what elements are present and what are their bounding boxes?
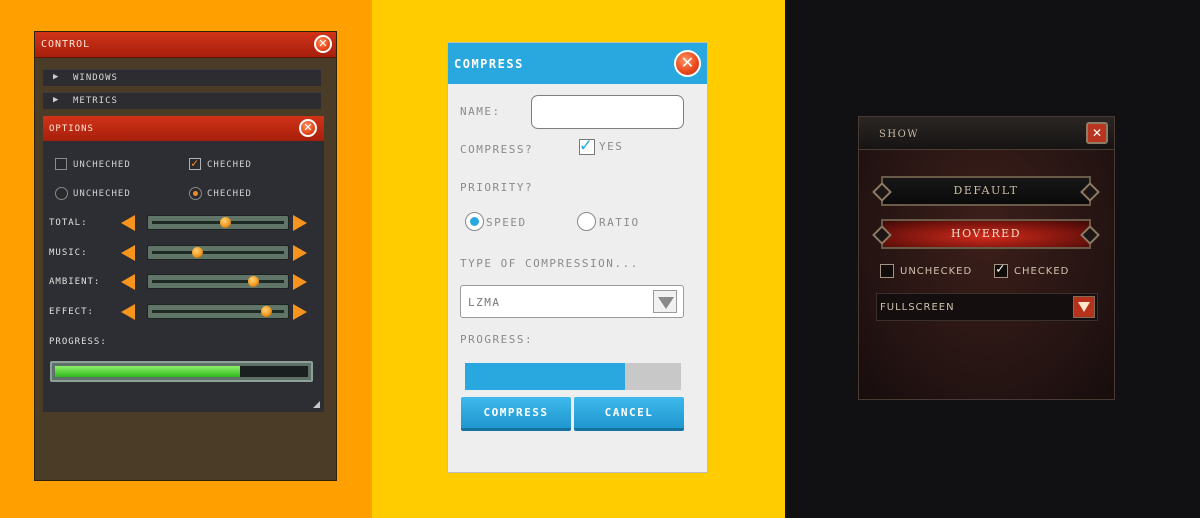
slider-ambient-track[interactable] [147,274,289,289]
slider-total-label: TOTAL: [49,218,88,228]
accordion-metrics[interactable]: ▶ METRICS [43,92,321,109]
compress-yes-label: YES [599,140,624,153]
accordion-windows[interactable]: ▶ WINDOWS [43,69,321,86]
arrow-right-icon[interactable] [293,304,307,320]
options-title: OPTIONS [49,124,94,134]
slider-effect-track[interactable] [147,304,289,319]
slider-music-track[interactable] [147,245,289,260]
accordion-metrics-label: METRICS [73,96,118,106]
options-panel: OPTIONS ✕ UNCHECHED CHECHED UNCHECHED CH… [43,116,324,412]
compress-yes-checkbox[interactable] [579,134,595,156]
slider-ambient-label: AMBIENT: [49,277,101,287]
hovered-button[interactable]: HOVERED [881,219,1091,249]
radio-checked-label: CHECHED [207,189,252,199]
close-icon[interactable]: ✕ [1086,122,1108,144]
slider-total-track[interactable] [147,215,289,230]
radio-speed-label: SPEED [486,216,527,229]
progress-fill [55,366,240,377]
show-window: SHOW ✕ DEFAULT HOVERED UNCHECKED CHECKED… [858,116,1115,400]
radio-unchecked-label: UNCHECHED [73,189,131,199]
resize-grip-icon[interactable] [313,401,320,408]
name-label: NAME: [460,105,501,118]
display-mode-value: FULLSCREEN [880,302,955,313]
display-mode-select[interactable]: FULLSCREEN [876,293,1098,321]
triangle-down-icon[interactable] [1073,296,1095,318]
checkbox-checked-label: CHECHED [207,160,252,170]
checkbox-unchecked[interactable] [880,264,894,278]
radio-ratio[interactable] [577,212,596,231]
compression-type-value: LZMA [468,296,501,309]
checkbox-checked[interactable] [994,261,1008,278]
progress-bar [50,361,313,382]
progress-label: PROGRESS: [49,337,107,347]
name-input[interactable] [531,95,684,129]
arrow-right-icon[interactable] [293,215,307,231]
checkbox-unchecked-label: UNCHECHED [73,160,131,170]
compress-button[interactable]: COMPRESS [461,397,571,431]
control-title: CONTROL [41,39,91,50]
show-titlebar[interactable]: SHOW ✕ [859,117,1114,150]
arrow-left-icon[interactable] [121,245,135,261]
default-button[interactable]: DEFAULT [881,176,1091,206]
progress-label: PROGRESS: [460,333,534,346]
checkbox-checked-label: CHECKED [1014,266,1070,277]
checkbox-unchecked-label: UNCHECKED [900,266,973,277]
close-icon[interactable]: ✕ [299,119,317,137]
arrow-left-icon[interactable] [121,215,135,231]
options-titlebar[interactable]: OPTIONS ✕ [43,116,324,141]
compress-titlebar[interactable]: COMPRESS ✕ [448,43,707,84]
slider-effect-knob[interactable] [260,306,272,317]
radio-ratio-label: RATIO [599,216,640,229]
close-icon[interactable]: ✕ [674,50,701,77]
radio-unchecked[interactable] [55,187,68,200]
slider-music-label: MUSIC: [49,248,88,258]
priority-label: PRIORITY? [460,181,534,194]
close-icon[interactable]: ✕ [314,35,332,53]
progress-track [55,366,308,377]
arrow-right-icon[interactable] [293,274,307,290]
compress-title: COMPRESS [454,57,524,71]
slider-total-knob[interactable] [220,217,231,228]
control-window: CONTROL ✕ ▶ WINDOWS ▶ METRICS OPTIONS ✕ … [34,31,337,481]
show-title: SHOW [879,129,920,140]
checkbox-checked[interactable] [189,156,201,170]
arrow-right-icon[interactable] [293,245,307,261]
radio-speed[interactable] [465,212,484,231]
progress-fill [465,363,625,390]
arrow-left-icon[interactable] [121,274,135,290]
compression-type-select[interactable]: LZMA [460,285,684,318]
arrow-left-icon[interactable] [121,304,135,320]
checkbox-unchecked[interactable] [55,158,67,170]
compression-type-label: TYPE OF COMPRESSION... [460,257,639,270]
slider-ambient-knob[interactable] [248,276,259,287]
compress-window: COMPRESS ✕ NAME: COMPRESS? YES PRIORITY?… [447,42,708,473]
accordion-windows-label: WINDOWS [73,73,118,83]
progress-bar [465,363,681,390]
compress-option-label: COMPRESS? [460,143,534,156]
triangle-right-icon: ▶ [53,72,59,82]
control-titlebar[interactable]: CONTROL ✕ [35,32,336,58]
triangle-down-icon[interactable] [653,290,677,313]
cancel-button[interactable]: CANCEL [574,397,684,431]
slider-music-knob[interactable] [192,247,203,258]
slider-effect-label: EFFECT: [49,307,94,317]
triangle-right-icon: ▶ [53,95,59,105]
radio-checked[interactable] [189,187,202,200]
